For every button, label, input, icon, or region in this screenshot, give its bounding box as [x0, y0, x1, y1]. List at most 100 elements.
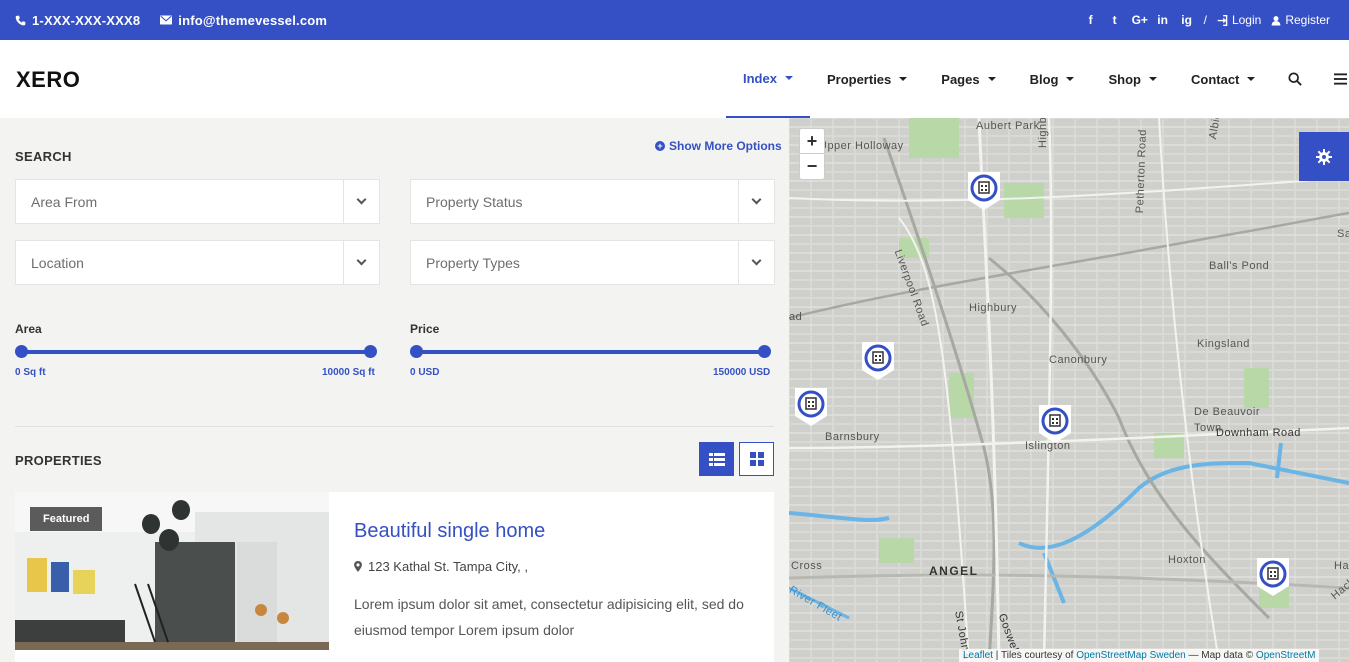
search-button[interactable]: [1272, 40, 1318, 118]
nav-index[interactable]: Index: [726, 40, 810, 118]
show-more-options[interactable]: + Show More Options: [655, 139, 782, 153]
phone-contact[interactable]: 1-XXX-XXX-XXX8: [15, 13, 140, 28]
twitter-icon[interactable]: t: [1108, 13, 1122, 27]
map-label-highbury-road: Highbury: [1037, 118, 1049, 148]
property-marker-icon[interactable]: [860, 340, 896, 382]
dropdown-arrow: [343, 180, 379, 223]
separator: /: [1203, 13, 1207, 27]
grid-view-button[interactable]: [739, 442, 774, 476]
property-marker-icon[interactable]: [1255, 556, 1291, 598]
price-slider-track[interactable]: [416, 350, 766, 354]
leaflet-link[interactable]: Leaflet: [963, 650, 993, 661]
nav-shop[interactable]: Shop: [1091, 40, 1174, 118]
nav-contact[interactable]: Contact: [1174, 40, 1272, 118]
linkedin-icon[interactable]: in: [1156, 13, 1170, 27]
property-types-select[interactable]: Property Types: [410, 240, 775, 285]
nav-blog-label: Blog: [1029, 71, 1059, 87]
caret-down-icon: [1247, 77, 1256, 81]
instagram-icon[interactable]: ig: [1180, 13, 1194, 27]
property-image[interactable]: Featured: [15, 492, 329, 650]
map-label-angel: ANGEL: [929, 564, 979, 578]
price-max-handle[interactable]: [758, 345, 771, 358]
envelope-icon: [160, 15, 173, 25]
dropdown-arrow: [738, 180, 774, 223]
property-title[interactable]: Beautiful single home: [354, 520, 545, 543]
top-bar: 1-XXX-XXX-XXX8 info@themevessel.com f t …: [0, 0, 1349, 40]
area-max-handle[interactable]: [364, 345, 377, 358]
data-text: — Map data ©: [1185, 650, 1256, 661]
menu-button[interactable]: [1318, 40, 1349, 118]
map-label-downham-road: Downham Road: [1216, 427, 1301, 439]
email-contact[interactable]: info@themevessel.com: [160, 13, 327, 28]
register-label: Register: [1285, 13, 1330, 27]
property-address-text: 123 Kathal St. Tampa City, ,: [368, 559, 528, 574]
plus-circle-icon: +: [655, 141, 665, 151]
login-link[interactable]: Login: [1217, 13, 1261, 27]
map-marker-icon: [354, 561, 362, 572]
search-title: SEARCH: [15, 149, 72, 164]
price-max-value: 150000 USD: [713, 367, 771, 378]
grid-icon: [749, 452, 764, 466]
area-from-select[interactable]: Area From: [15, 179, 380, 224]
facebook-icon[interactable]: f: [1084, 13, 1098, 27]
map-label-ad: ad: [789, 311, 803, 323]
property-status-label: Property Status: [426, 193, 523, 210]
map-label-sa: Sa: [1337, 228, 1349, 240]
gear-icon: [1316, 148, 1332, 165]
nav-index-label: Index: [743, 70, 777, 86]
login-label: Login: [1231, 13, 1262, 27]
settings-toggle[interactable]: [1299, 132, 1349, 181]
area-label: Area: [15, 322, 42, 336]
caret-down-icon: [784, 76, 793, 80]
chevron-down-icon: [751, 194, 762, 205]
chevron-down-icon: [356, 194, 367, 205]
data-link[interactable]: OpenStreetM: [1256, 650, 1315, 661]
map-label-kingsland: Kingsland: [1197, 338, 1250, 350]
list-icon: [708, 452, 725, 466]
nav-contact-label: Contact: [1190, 71, 1240, 87]
tiles-link[interactable]: OpenStreetMap Sweden: [1076, 650, 1186, 661]
property-map[interactable]: Aubert Park Highbury Petherton Road Uppe…: [789, 118, 1349, 662]
divider: [15, 426, 774, 427]
map-label-upper-holloway: Upper Holloway: [819, 140, 904, 152]
sign-in-icon: [1217, 14, 1228, 26]
caret-down-icon: [899, 77, 908, 81]
properties-title: PROPERTIES: [15, 453, 102, 468]
logo[interactable]: XERO: [16, 67, 80, 93]
area-max-value: 10000 Sq ft: [322, 367, 375, 378]
property-status-select[interactable]: Property Status: [410, 179, 775, 224]
property-marker-icon[interactable]: [966, 170, 1002, 212]
nav-shop-label: Shop: [1108, 71, 1141, 87]
hamburger-icon: [1334, 73, 1348, 85]
register-link[interactable]: Register: [1271, 13, 1330, 27]
list-view-button[interactable]: [699, 442, 734, 476]
phone-number: 1-XXX-XXX-XXX8: [32, 12, 141, 28]
property-marker-icon[interactable]: [793, 386, 829, 428]
map-label-ha: Ha: [1334, 560, 1349, 572]
zoom-out-button[interactable]: −: [800, 154, 824, 179]
dropdown-arrow: [738, 241, 774, 284]
map-label-cross: Cross: [791, 560, 823, 572]
chevron-down-icon: [751, 255, 762, 266]
nav-blog[interactable]: Blog: [1013, 40, 1092, 118]
map-label-canonbury: Canonbury: [1049, 354, 1108, 366]
area-slider-track[interactable]: [21, 350, 371, 354]
user-icon: [1271, 15, 1281, 25]
nav-pages[interactable]: Pages: [924, 40, 1012, 118]
phone-icon: [15, 15, 26, 25]
property-marker-icon[interactable]: [1037, 403, 1073, 445]
featured-badge: Featured: [30, 507, 103, 531]
chevron-down-icon: [356, 255, 367, 266]
price-min-handle[interactable]: [410, 345, 423, 358]
location-select[interactable]: Location: [15, 240, 380, 285]
nav-properties[interactable]: Properties: [810, 40, 924, 118]
zoom-in-button[interactable]: +: [800, 129, 824, 154]
tiles-text: | Tiles courtesy of: [993, 650, 1077, 661]
show-more-label: Show More Options: [669, 139, 782, 153]
caret-down-icon: [1148, 77, 1157, 81]
google-plus-icon[interactable]: G+: [1132, 13, 1148, 27]
nav-pages-label: Pages: [941, 71, 980, 87]
map-attribution: Leaflet | Tiles courtesy of OpenStreetMa…: [959, 649, 1320, 662]
property-card[interactable]: Featured Beautiful single home 123 Katha…: [15, 492, 774, 662]
area-min-handle[interactable]: [15, 345, 28, 358]
